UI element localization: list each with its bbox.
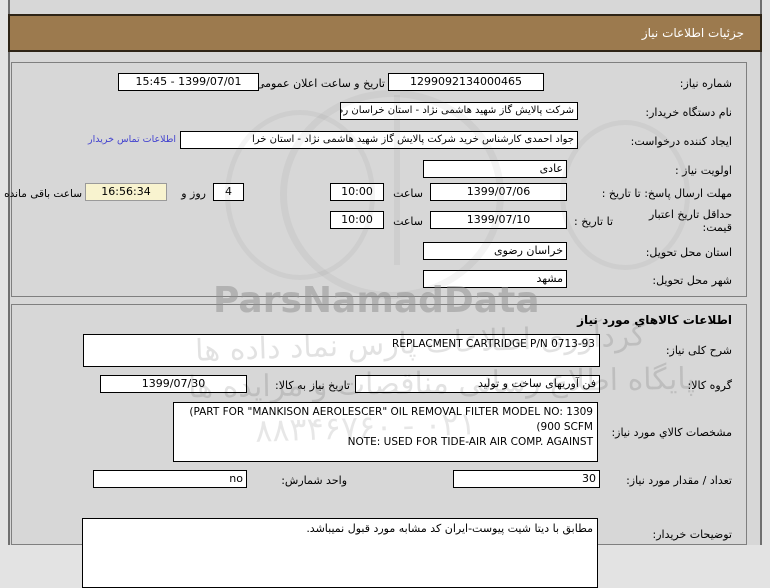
reply-deadline-time-field[interactable]: 10:00: [330, 183, 384, 201]
buyer-org-field[interactable]: شرکت پالایش گاز شهید هاشمی نژاد - استان …: [340, 102, 578, 120]
days-label: روز و: [181, 185, 206, 203]
buyer-notes-label: توضیحات خریدار:: [653, 526, 733, 544]
need-number-field[interactable]: 1299092134000465: [388, 73, 544, 91]
page-title: جزئیات اطلاعات نیاز: [8, 14, 762, 52]
announce-datetime-label: تاریخ و ساعت اعلان عمومی:: [252, 75, 385, 93]
hours-remaining-label: ساعت باقی مانده: [4, 185, 82, 203]
specifications-line2: NOTE: USED FOR TIDE-AIR AIR COMP. AGAINS…: [178, 435, 593, 450]
quantity-label: تعداد / مقدار مورد نیاز:: [626, 472, 732, 490]
announce-datetime-field[interactable]: 1399/07/01 - 15:45: [118, 73, 259, 91]
delivery-city-field[interactable]: مشهد: [423, 270, 567, 288]
buyer-contact-link[interactable]: اطلاعات تماس خریدار: [88, 131, 176, 149]
price-validity-until-label: تا تاریخ :: [574, 213, 613, 231]
delivery-province-field[interactable]: خراسان رضوی: [423, 242, 567, 260]
unit-field[interactable]: no: [93, 470, 247, 488]
need-info-panel: [11, 62, 747, 297]
delivery-province-label: استان محل تحویل:: [646, 244, 732, 262]
specifications-line1: (PART FOR "MANKISON AEROLESCER" OIL REMO…: [178, 405, 593, 435]
price-validity-hour-label: ساعت: [393, 213, 423, 231]
price-validity-date-field[interactable]: 1399/07/10: [430, 211, 567, 229]
general-description-field[interactable]: REPLACMENT CARTRIDGE P/N 0713-93: [83, 334, 600, 367]
delivery-city-label: شهر محل تحویل:: [652, 272, 732, 290]
price-validity-label-line2: قیمت:: [703, 219, 732, 237]
specifications-label: مشخصات کالاي مورد نیاز:: [611, 424, 732, 442]
reply-deadline-label: مهلت ارسال پاسخ: تا تاریخ :: [602, 185, 732, 203]
countdown-timer: 16:56:34: [85, 183, 167, 201]
goods-section-title: اطلاعات کالاهاي مورد نیاز: [577, 311, 732, 329]
request-creator-field[interactable]: جواد احمدی کارشناس خرید شرکت پالایش گاز …: [180, 131, 578, 149]
priority-label: اولویت نیاز :: [675, 162, 732, 180]
general-description-text: REPLACMENT CARTRIDGE P/N 0713-93: [392, 338, 595, 350]
buyer-notes-field[interactable]: مطابق با دیتا شیت پیوست-ایران کد مشابه م…: [82, 518, 598, 588]
quantity-field[interactable]: 30: [453, 470, 600, 488]
reply-deadline-hour-label: ساعت: [393, 185, 423, 203]
need-number-label: شماره نیاز:: [680, 75, 732, 93]
reply-deadline-date-field[interactable]: 1399/07/06: [430, 183, 567, 201]
general-description-label: شرح کلی نیاز:: [666, 342, 732, 360]
priority-field[interactable]: عادی: [423, 160, 567, 178]
unit-label: واحد شمارش:: [281, 472, 347, 490]
request-creator-label: ایجاد کننده درخواست:: [631, 133, 732, 151]
specifications-field[interactable]: (PART FOR "MANKISON AEROLESCER" OIL REMO…: [173, 402, 598, 462]
goods-need-date-field[interactable]: 1399/07/30: [100, 375, 247, 393]
price-validity-time-field[interactable]: 10:00: [330, 211, 384, 229]
days-remaining-field[interactable]: 4: [213, 183, 244, 201]
goods-group-field[interactable]: فن آوریهای ساخت و تولید: [355, 375, 600, 393]
goods-group-label: گروه کالا:: [688, 377, 732, 395]
goods-need-date-label: تاریخ نیاز به کالا:: [275, 377, 350, 395]
buyer-org-label: نام دستگاه خریدار:: [645, 104, 732, 122]
